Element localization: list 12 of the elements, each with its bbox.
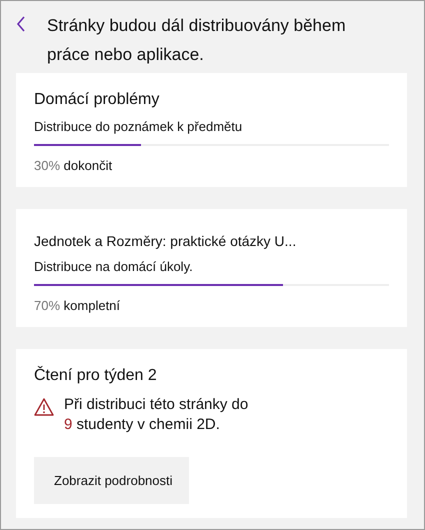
card-title: Domácí problémy: [34, 91, 160, 109]
page-title: Stránky budou dál distribuovány během práce nebo aplikace.: [47, 15, 347, 66]
card-title: Čtení pro týden 2: [34, 367, 158, 385]
progress-status: 70% kompletní: [34, 298, 122, 313]
warning-message: Při distribuci této stránky do 9 studenty v chemii 2D.: [64, 395, 248, 435]
card-subtitle: Distribuce na domácí úkoly.: [34, 259, 194, 274]
back-icon[interactable]: [15, 15, 27, 33]
card-title: Jednotek a Rozměry: praktické otázky U...: [34, 233, 298, 249]
progress-status: 30% dokončit: [34, 158, 114, 173]
warning-icon: [34, 398, 54, 416]
card-subtitle: Distribuce do poznámek k předmětu: [34, 119, 244, 134]
details-button[interactable]: Zobrazit podrobnosti: [34, 457, 189, 504]
